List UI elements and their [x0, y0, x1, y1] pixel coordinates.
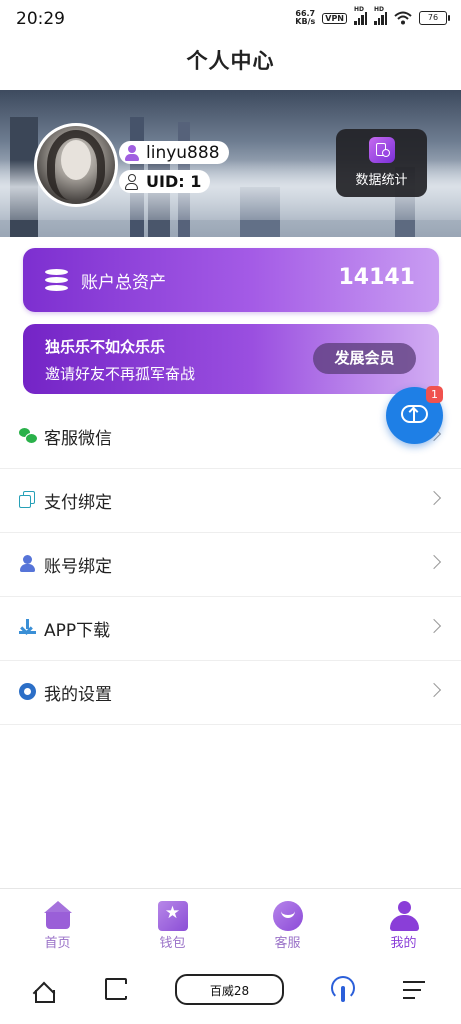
settings-menu: 客服微信 支付绑定 账号绑定 APP下载 我的设置: [0, 405, 461, 725]
invite-card: 独乐乐不如众乐乐 邀请好友不再孤军奋战 发展会员: [23, 324, 439, 394]
uid-text: UID: 1: [146, 172, 202, 191]
develop-member-button[interactable]: 发展会员: [313, 343, 416, 374]
menu-item-app-download[interactable]: APP下载: [0, 597, 461, 661]
user-icon: [123, 144, 141, 162]
tab-wallet[interactable]: 钱包: [115, 889, 230, 955]
page-header: 个人中心: [0, 38, 461, 88]
menu-item-label: 客服微信: [44, 429, 112, 449]
copy-icon: [19, 491, 36, 508]
wifi-icon: [394, 11, 412, 25]
avatar[interactable]: [34, 123, 118, 207]
recent-apps-icon[interactable]: [105, 978, 128, 1000]
system-nav-bar: 百威28: [0, 954, 461, 1024]
notification-badge: 1: [426, 386, 443, 403]
tab-label: 钱包: [159, 936, 186, 951]
data-stats-button[interactable]: 数据统计: [336, 129, 427, 197]
menu-item-my-settings[interactable]: 我的设置: [0, 661, 461, 725]
coins-icon: [45, 269, 68, 292]
signal-icon: HD: [354, 6, 367, 25]
menu-item-account-binding[interactable]: 账号绑定: [0, 533, 461, 597]
nav-center-pill[interactable]: 百威28: [175, 974, 284, 1005]
tab-label: 客服: [274, 936, 301, 951]
download-icon: [19, 619, 36, 636]
user-icon: [389, 901, 419, 931]
tab-label: 我的: [390, 936, 417, 951]
menu-icon[interactable]: [403, 981, 427, 1001]
total-assets-card[interactable]: 账户总资产 14141: [23, 248, 439, 312]
status-icons: 66.7 KB/s VPN HD HD 76: [295, 6, 450, 26]
status-time: 20:29: [16, 9, 65, 29]
wechat-icon: [19, 427, 38, 444]
smile-icon: [272, 901, 303, 931]
invite-title: 独乐乐不如众乐乐: [45, 338, 166, 356]
home-nav-icon[interactable]: [33, 980, 57, 1003]
chevron-right-icon: [426, 618, 442, 634]
menu-item-label: 支付绑定: [44, 493, 112, 513]
tab-mine[interactable]: 我的: [346, 889, 461, 955]
tab-service[interactable]: 客服: [230, 889, 345, 955]
signal-icon: HD: [374, 6, 387, 25]
page-title: 个人中心: [186, 49, 275, 73]
uid-badge: UID: 1: [119, 170, 211, 193]
total-assets-amount: 14141: [338, 265, 415, 290]
stats-icon: [368, 137, 395, 163]
wallet-icon: [157, 901, 188, 931]
network-speed: 66.7 KB/s: [295, 9, 316, 26]
chevron-right-icon: [426, 490, 442, 506]
tab-label: 首页: [44, 936, 71, 951]
status-bar: 20:29 66.7 KB/s VPN HD HD 76: [0, 0, 461, 38]
cloud-upload-button[interactable]: 1: [386, 386, 443, 444]
username-badge: linyu888: [119, 141, 229, 164]
menu-item-payment-binding[interactable]: 支付绑定: [0, 469, 461, 533]
gear-icon: [19, 683, 36, 700]
menu-item-label: 账号绑定: [44, 557, 112, 577]
user-icon: [19, 555, 36, 572]
chevron-right-icon: [426, 554, 442, 570]
home-icon: [43, 901, 73, 931]
stats-label: 数据统计: [355, 173, 408, 188]
battery-icon: 76: [419, 11, 450, 25]
vpn-icon: VPN: [322, 12, 347, 24]
tab-home[interactable]: 首页: [0, 889, 115, 955]
id-user-icon: [123, 173, 141, 191]
menu-item-label: APP下载: [44, 621, 111, 641]
menu-item-label: 我的设置: [44, 685, 112, 705]
invite-subtitle: 邀请好友不再孤军奋战: [45, 365, 196, 383]
total-assets-label: 账户总资产: [81, 273, 166, 293]
bottom-tab-bar: 首页 钱包 客服 我的: [0, 888, 461, 955]
broadcast-icon[interactable]: [331, 976, 355, 1004]
username: linyu888: [146, 142, 220, 163]
chevron-right-icon: [426, 682, 442, 698]
